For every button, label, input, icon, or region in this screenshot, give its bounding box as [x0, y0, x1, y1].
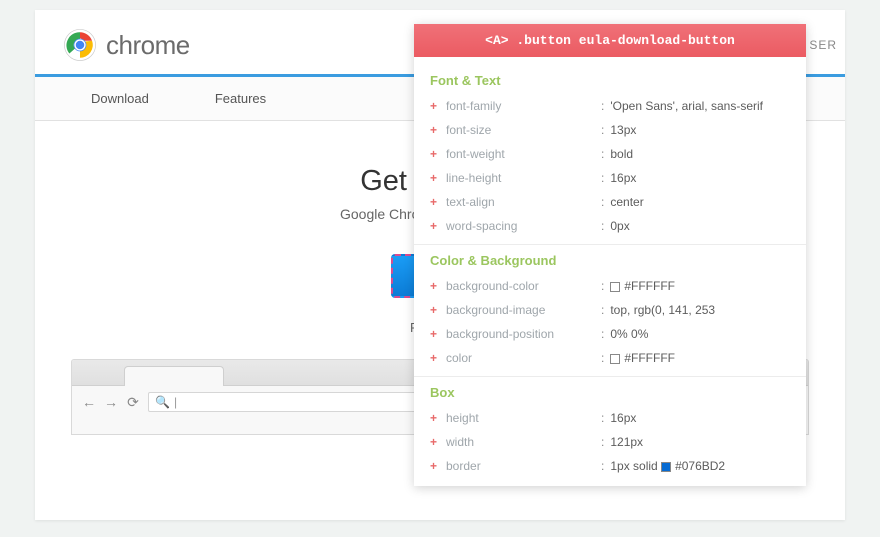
expand-icon[interactable]: + [430, 325, 446, 343]
expand-icon[interactable]: + [430, 169, 446, 187]
prop-row[interactable]: +color:#FFFFFF [430, 346, 794, 370]
prop-name: text-align [446, 193, 601, 211]
prop-name: border [446, 457, 601, 475]
expand-icon[interactable]: + [430, 301, 446, 319]
prop-row[interactable]: +font-size:13px [430, 118, 794, 142]
prop-value: 0% 0% [610, 327, 648, 341]
prop-value: center [610, 195, 643, 209]
prop-value: 16px [610, 171, 636, 185]
expand-icon[interactable]: + [430, 145, 446, 163]
prop-value: 16px [610, 411, 636, 425]
expand-icon[interactable]: + [430, 277, 446, 295]
prop-name: background-color [446, 277, 601, 295]
prop-value: 0px [610, 219, 629, 233]
prop-value: top, rgb(0, 141, 253 [610, 303, 715, 317]
prop-name: height [446, 409, 601, 427]
prop-row[interactable]: +height:16px [430, 406, 794, 430]
expand-icon[interactable]: + [430, 121, 446, 139]
prop-name: color [446, 349, 601, 367]
expand-icon[interactable]: + [430, 217, 446, 235]
brand-text: chrome [106, 30, 190, 61]
prop-value: #FFFFFF [624, 351, 675, 365]
expand-icon[interactable]: + [430, 193, 446, 211]
expand-icon[interactable]: + [430, 349, 446, 367]
prop-value: 1px solid [610, 459, 657, 473]
section-title-box: Box [430, 377, 794, 406]
nav-features[interactable]: Features [187, 77, 304, 120]
prop-value: 'Open Sans', arial, sans-serif [610, 99, 763, 113]
prop-value: 13px [610, 123, 636, 137]
forward-icon[interactable]: → [104, 394, 118, 410]
section-title-font: Font & Text [430, 65, 794, 94]
color-swatch [610, 354, 620, 364]
prop-row[interactable]: +width:121px [430, 430, 794, 454]
reload-icon[interactable]: ⟳ [126, 394, 140, 411]
prop-name: background-image [446, 301, 601, 319]
expand-icon[interactable]: + [430, 457, 446, 475]
prop-row[interactable]: +word-spacing:0px [430, 214, 794, 238]
prop-name: font-weight [446, 145, 601, 163]
inspector-selector-header: <A> .button eula-download-button [414, 24, 806, 57]
prop-row[interactable]: +font-weight:bold [430, 142, 794, 166]
chrome-icon [63, 28, 97, 62]
prop-name: font-family [446, 97, 601, 115]
expand-icon[interactable]: + [430, 97, 446, 115]
prop-name: background-position [446, 325, 601, 343]
prop-row[interactable]: +background-position:0% 0% [430, 322, 794, 346]
color-swatch [610, 282, 620, 292]
prop-name: width [446, 433, 601, 451]
prop-row[interactable]: +background-image:top, rgb(0, 141, 253 [430, 298, 794, 322]
prop-row[interactable]: +font-family:'Open Sans', arial, sans-se… [430, 94, 794, 118]
prop-name: font-size [446, 121, 601, 139]
browser-tab [124, 366, 224, 386]
prop-row[interactable]: +text-align:center [430, 190, 794, 214]
header-badge: SER [809, 38, 845, 52]
chrome-logo: chrome [63, 28, 190, 62]
prop-row[interactable]: +background-color:#FFFFFF [430, 274, 794, 298]
expand-icon[interactable]: + [430, 433, 446, 451]
prop-value: #FFFFFF [624, 279, 675, 293]
prop-name: line-height [446, 169, 601, 187]
nav-download[interactable]: Download [63, 77, 187, 120]
prop-value: 121px [610, 435, 643, 449]
prop-row[interactable]: +border:1px solid #076BD2 [430, 454, 794, 478]
search-icon: 🔍 [155, 395, 170, 409]
expand-icon[interactable]: + [430, 409, 446, 427]
back-icon[interactable]: ← [82, 394, 96, 410]
prop-name: word-spacing [446, 217, 601, 235]
color-swatch [661, 462, 671, 472]
prop-row[interactable]: +line-height:16px [430, 166, 794, 190]
prop-value-2: #076BD2 [675, 459, 725, 473]
prop-value: bold [610, 147, 633, 161]
section-title-color: Color & Background [430, 245, 794, 274]
address-cursor: | [174, 395, 177, 409]
css-inspector-panel: <A> .button eula-download-button Font & … [414, 24, 806, 486]
